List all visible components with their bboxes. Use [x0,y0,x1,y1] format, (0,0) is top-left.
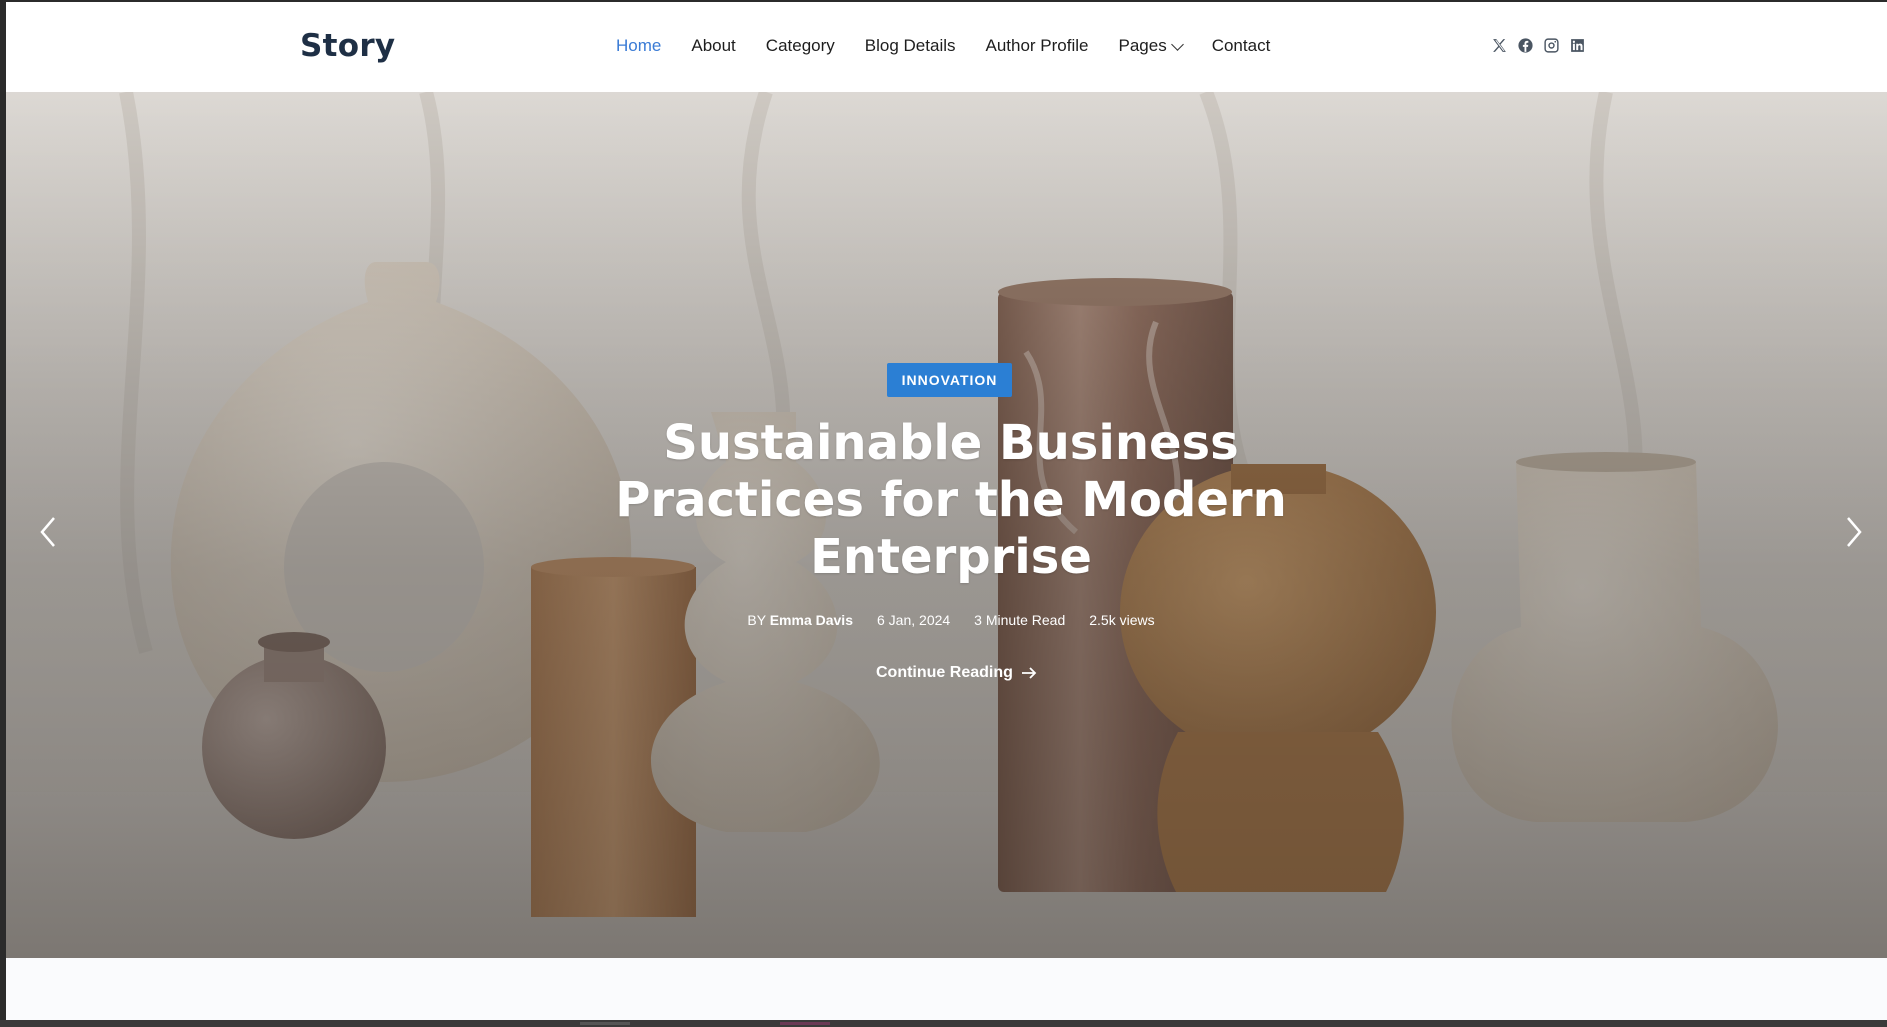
nav-label: Category [765,36,835,55]
by-label: BY [747,612,766,628]
nav-item-author-profile[interactable]: Author Profile [986,36,1089,56]
nav-label: Pages [1118,36,1167,55]
x-icon[interactable] [1490,36,1508,54]
post-meta: BY Emma Davis 6 Jan, 2024 3 Minute Read … [606,612,1296,628]
author-name[interactable]: Emma Davis [770,612,853,628]
nav-label: Author Profile [985,36,1089,55]
taskbar-item [780,1022,830,1025]
nav-label: About [691,36,736,55]
chevron-right-icon [1847,517,1862,547]
nav-item-home[interactable]: Home [616,36,661,56]
nav-item-blog-details[interactable]: Blog Details [865,36,956,56]
arrow-right-icon [1021,667,1037,679]
site-header: Story Home About Category Blog Details A… [6,2,1887,92]
continue-reading-label: Continue Reading [876,664,1013,681]
category-badge[interactable]: INNOVATION [887,363,1012,397]
post-views: 2.5k views [1089,612,1155,628]
browser-viewport: Story Home About Category Blog Details A… [6,2,1887,1020]
hero-slider: INNOVATION Sustainable Business Practice… [6,92,1887,958]
nav-label: Blog Details [864,36,956,55]
taskbar-edge [0,1020,1887,1027]
post-author: BY Emma Davis [747,612,853,628]
taskbar-item [580,1022,630,1025]
slider-next-button[interactable] [1838,512,1868,552]
chevron-left-icon [40,517,55,547]
post-title[interactable]: Sustainable Business Practices for the M… [566,415,1336,586]
nav-item-pages[interactable]: Pages [1118,36,1184,56]
social-links [1490,36,1586,54]
main-nav: Home About Category Blog Details Author … [616,36,1300,56]
linkedin-icon[interactable] [1568,36,1586,54]
facebook-icon[interactable] [1516,36,1534,54]
post-read-time: 3 Minute Read [974,612,1066,628]
nav-label: Contact [1211,36,1271,55]
site-logo[interactable]: Story [300,28,395,64]
content-section-start [6,958,1887,1020]
nav-item-about[interactable]: About [691,36,735,56]
chevron-down-icon [1170,37,1184,51]
post-date: 6 Jan, 2024 [877,612,951,628]
nav-label: Home [616,36,662,55]
slider-prev-button[interactable] [34,512,64,552]
nav-item-contact[interactable]: Contact [1212,36,1271,56]
continue-reading-link[interactable]: Continue Reading [876,664,1037,682]
nav-item-category[interactable]: Category [766,36,835,56]
instagram-icon[interactable] [1542,36,1560,54]
